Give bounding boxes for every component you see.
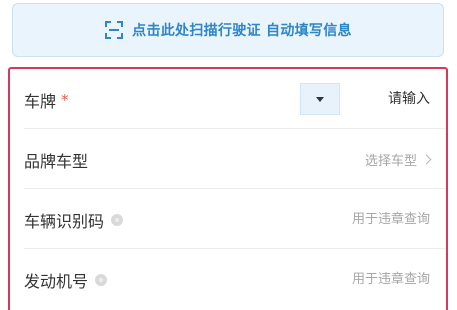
engine-row: 发动机号 (10, 249, 446, 309)
vin-input[interactable] (300, 207, 430, 231)
scan-license-button[interactable]: 点击此处扫描行驶证 自动填写信息 (12, 3, 444, 57)
help-icon[interactable] (111, 214, 124, 226)
vehicle-info-page: 点击此处扫描行驶证 自动填写信息 车牌 * 品牌车型 选择车型 (0, 0, 457, 310)
vin-label-text: 车辆识别码 (24, 212, 105, 231)
brand-model-selector[interactable]: 选择车型 (364, 150, 432, 169)
vehicle-form: 车牌 * 品牌车型 选择车型 车辆识别码 (8, 67, 448, 310)
plate-province-select[interactable] (300, 83, 340, 115)
brand-model-row[interactable]: 品牌车型 选择车型 (10, 129, 446, 189)
plate-row: 车牌 * (10, 69, 446, 129)
scan-banner-text: 点击此处扫描行驶证 自动填写信息 (132, 23, 352, 39)
vin-label: 车辆识别码 (24, 208, 124, 232)
required-mark: * (61, 91, 69, 109)
brand-model-label-text: 品牌车型 (24, 152, 89, 171)
help-icon[interactable] (95, 274, 108, 286)
brand-model-value: 选择车型 (364, 154, 417, 169)
scan-icon (104, 20, 124, 40)
vin-row: 车辆识别码 (10, 189, 446, 249)
brand-model-label: 品牌车型 (24, 148, 88, 172)
plate-number-input[interactable] (356, 87, 430, 111)
engine-number-input[interactable] (300, 267, 430, 291)
caret-down-icon (316, 96, 324, 102)
chevron-right-icon (421, 154, 432, 165)
engine-label: 发动机号 (24, 268, 108, 292)
plate-label-text: 车牌 (24, 92, 57, 111)
plate-label: 车牌 * (24, 88, 69, 112)
engine-label-text: 发动机号 (24, 272, 89, 291)
